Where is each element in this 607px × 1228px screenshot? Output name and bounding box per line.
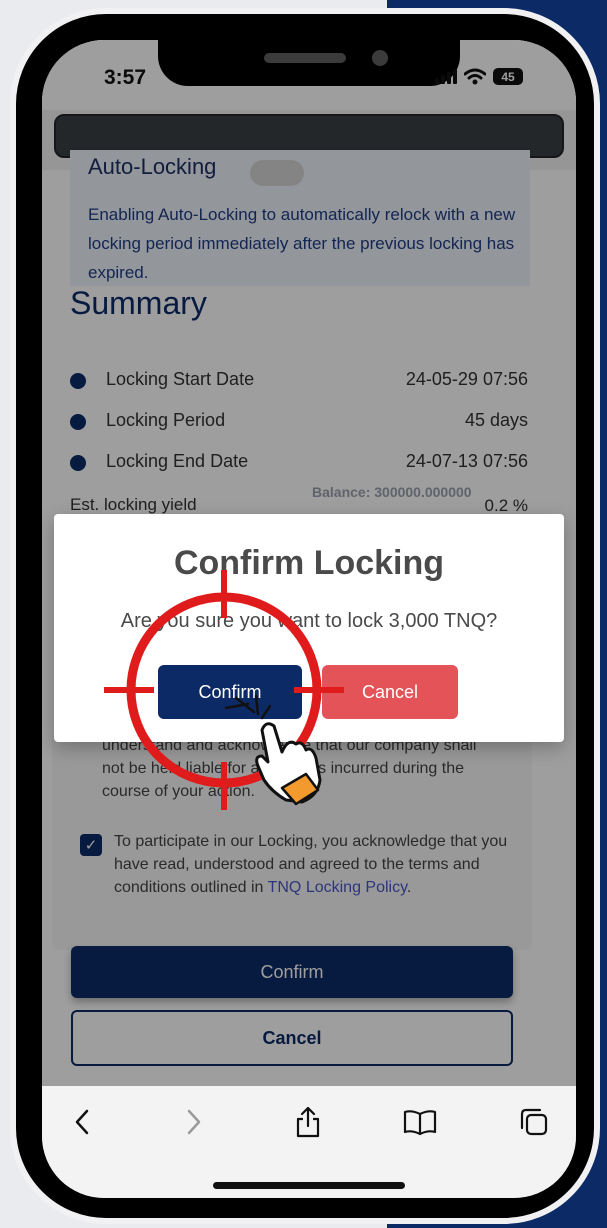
forward-icon[interactable] [176,1104,212,1140]
browser-toolbar [42,1086,576,1198]
home-indicator [213,1182,405,1189]
back-icon[interactable] [64,1104,100,1140]
tabs-icon[interactable] [516,1104,552,1140]
modal-confirm-button[interactable]: Confirm [158,665,302,719]
bookmarks-icon[interactable] [402,1104,438,1140]
share-icon[interactable] [290,1104,326,1140]
confirm-modal: Confirm Locking Are you sure you want to… [54,514,564,742]
modal-message: Are you sure you want to lock 3,000 TNQ? [120,610,498,632]
modal-title: Confirm Locking [173,544,445,582]
modal-cancel-button[interactable]: Cancel [322,665,458,719]
